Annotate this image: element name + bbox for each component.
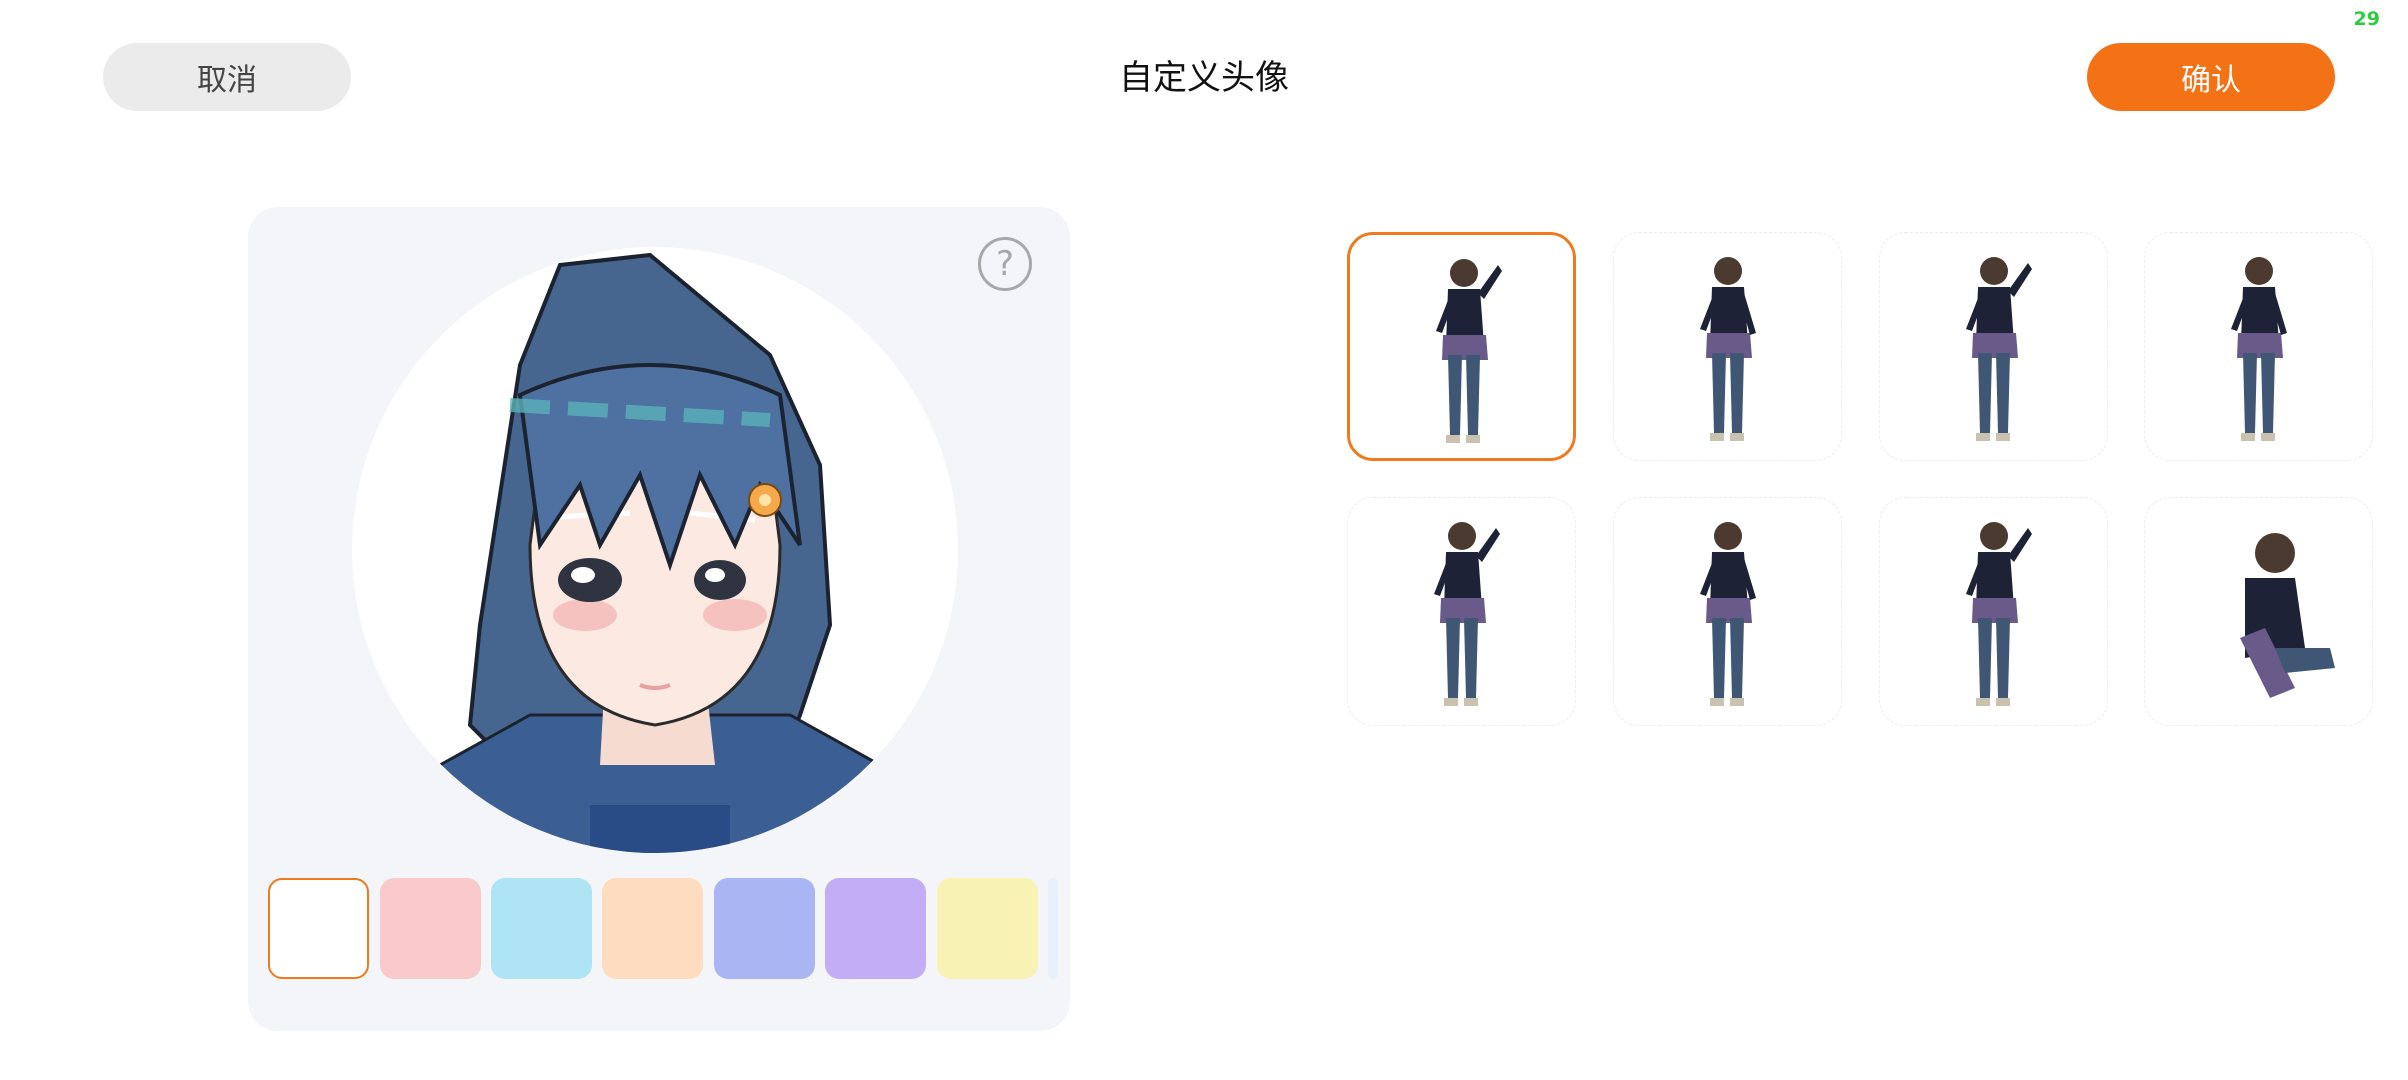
character-figure <box>2240 533 2335 698</box>
background-color-selector <box>268 878 1058 982</box>
character-figure <box>1434 522 1500 706</box>
pose-option-3[interactable] <box>1879 232 2108 461</box>
pose-option-7[interactable] <box>1879 497 2108 726</box>
character-figure <box>1966 522 2032 706</box>
page-title: 自定义头像 <box>1119 58 1289 98</box>
color-swatch-pink[interactable] <box>380 878 481 979</box>
color-swatch-yellow[interactable] <box>937 878 1038 979</box>
character-figure <box>1436 259 1502 443</box>
color-swatch-white[interactable] <box>268 878 369 979</box>
color-swatch-purple[interactable] <box>825 878 926 979</box>
question-circle-icon[interactable]: ? <box>978 237 1032 291</box>
confirm-button[interactable]: 确认 <box>2087 43 2335 111</box>
pose-option-4[interactable] <box>2144 232 2373 461</box>
character-figure <box>2231 257 2287 441</box>
pose-option-8[interactable] <box>2144 497 2373 726</box>
pose-option-2[interactable] <box>1613 232 1842 461</box>
character-figure <box>1700 522 1756 706</box>
color-swatch-cyan[interactable] <box>491 878 592 979</box>
avatar-preview-panel: ? <box>248 207 1070 1031</box>
color-swatch-partial[interactable] <box>1048 878 1058 979</box>
pose-option-5[interactable] <box>1347 497 1576 726</box>
fps-counter: 29 <box>2353 8 2380 30</box>
avatar-preview-image <box>352 247 958 853</box>
pose-option-6[interactable] <box>1613 497 1842 726</box>
character-figure <box>1966 257 2032 441</box>
pose-option-1[interactable] <box>1347 232 1576 461</box>
character-figure <box>1700 257 1756 441</box>
color-swatch-peach[interactable] <box>602 878 703 979</box>
color-swatch-blue[interactable] <box>714 878 815 979</box>
